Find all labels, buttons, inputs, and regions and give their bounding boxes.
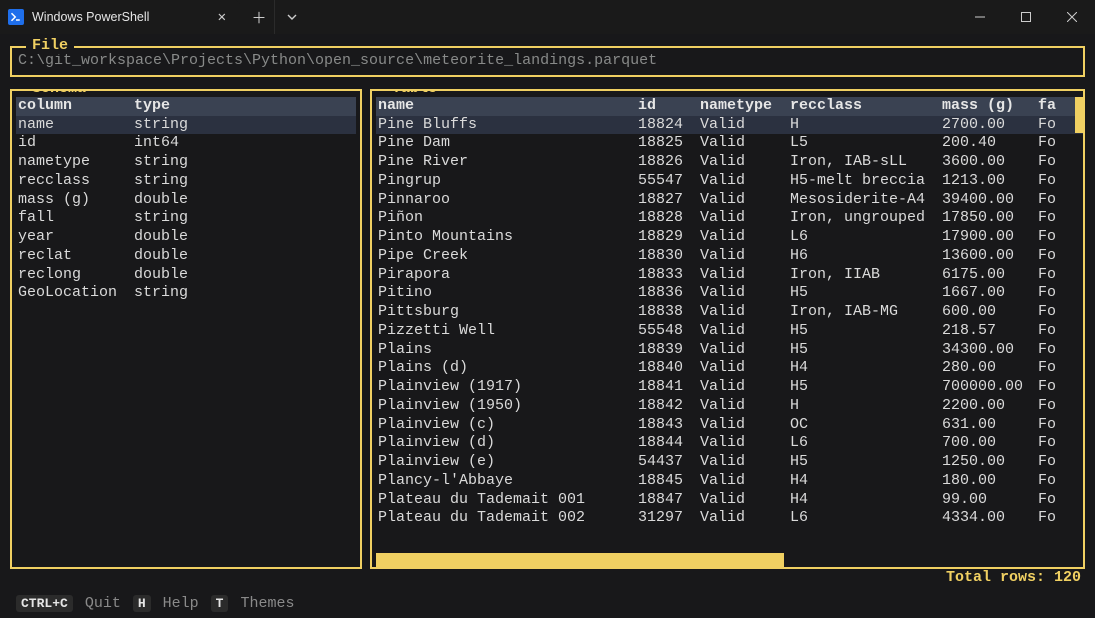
footer-bar: CTRL+C Quit H Help T Themes xyxy=(4,588,1091,618)
schema-row[interactable]: reclatdouble xyxy=(16,247,356,266)
schema-header-type: type xyxy=(134,97,356,116)
window-minimize-button[interactable] xyxy=(957,0,1003,34)
schema-row[interactable]: fallstring xyxy=(16,209,356,228)
table-row[interactable]: Piñon18828ValidIron, ungrouped17850.00Fo xyxy=(376,209,1083,228)
schema-header-column: column xyxy=(18,97,134,116)
schema-row[interactable]: nametypestring xyxy=(16,153,356,172)
hotkey-help-label: Help xyxy=(163,595,199,612)
table-row[interactable]: Pinnaroo18827ValidMesosiderite-A439400.0… xyxy=(376,191,1083,210)
table-row[interactable]: Pitino18836ValidH51667.00Fo xyxy=(376,284,1083,303)
table-row[interactable]: Plainview (d)18844ValidL6700.00Fo xyxy=(376,434,1083,453)
total-rows-label: Total rows: 120 xyxy=(4,569,1081,586)
table-row[interactable]: Plainview (1917)18841ValidH5700000.00Fo xyxy=(376,378,1083,397)
file-panel: File C:\git_workspace\Projects\Python\op… xyxy=(10,46,1085,77)
table-panel: Table name id nametype recclass mass (g)… xyxy=(370,89,1085,569)
powershell-icon xyxy=(8,9,24,25)
tab-powershell[interactable]: Windows PowerShell ✕ xyxy=(0,0,240,34)
new-tab-button[interactable]: ＋ xyxy=(240,0,274,34)
schema-row[interactable]: reclongdouble xyxy=(16,266,356,285)
tab-title: Windows PowerShell xyxy=(32,10,204,24)
table-row[interactable]: Plains18839ValidH534300.00Fo xyxy=(376,341,1083,360)
table-row[interactable]: Pizzetti Well55548ValidH5218.57Fo xyxy=(376,322,1083,341)
hotkey-themes-label: Themes xyxy=(240,595,294,612)
hotkey-ctrlc: CTRL+C xyxy=(16,595,73,612)
horizontal-scrollbar[interactable] xyxy=(376,553,1079,567)
file-path: C:\git_workspace\Projects\Python\open_so… xyxy=(18,52,1077,71)
window-close-button[interactable] xyxy=(1049,0,1095,34)
app-root: File C:\git_workspace\Projects\Python\op… xyxy=(0,34,1095,618)
window-maximize-button[interactable] xyxy=(1003,0,1049,34)
table-row[interactable]: Pittsburg18838ValidIron, IAB-MG600.00Fo xyxy=(376,303,1083,322)
schema-row[interactable]: recclassstring xyxy=(16,172,356,191)
table-row[interactable]: Pinto Mountains18829ValidL617900.00Fo xyxy=(376,228,1083,247)
hotkey-t: T xyxy=(211,595,229,612)
table-row[interactable]: Plancy-l'Abbaye18845ValidH4180.00Fo xyxy=(376,472,1083,491)
table-row[interactable]: Pirapora18833ValidIron, IIAB6175.00Fo xyxy=(376,266,1083,285)
hotkey-quit-label: Quit xyxy=(85,595,121,612)
schema-row[interactable]: idint64 xyxy=(16,134,356,153)
schema-row[interactable]: mass (g)double xyxy=(16,191,356,210)
table-row[interactable]: Plateau du Tademait 00231297ValidL64334.… xyxy=(376,509,1083,528)
table-row[interactable]: Plainview (e)54437ValidH51250.00Fo xyxy=(376,453,1083,472)
schema-row[interactable]: namestring xyxy=(16,116,356,135)
table-row[interactable]: Plainview (c)18843ValidOC631.00Fo xyxy=(376,416,1083,435)
file-legend: File xyxy=(26,37,74,54)
table-row[interactable]: Pipe Creek18830ValidH613600.00Fo xyxy=(376,247,1083,266)
table-header: name id nametype recclass mass (g) fa xyxy=(376,97,1083,116)
table-row[interactable]: Pine Dam18825ValidL5200.40Fo xyxy=(376,134,1083,153)
horizontal-scrollbar-thumb[interactable] xyxy=(376,553,784,567)
title-bar: Windows PowerShell ✕ ＋ xyxy=(0,0,1095,34)
table-row[interactable]: Pine Bluffs18824ValidH2700.00Fo xyxy=(376,116,1083,135)
table-legend: Table xyxy=(386,89,443,97)
tab-close-button[interactable]: ✕ xyxy=(212,9,232,26)
hotkey-h: H xyxy=(133,595,151,612)
tab-dropdown-button[interactable] xyxy=(274,0,308,34)
schema-header: column type xyxy=(16,97,356,116)
table-row[interactable]: Pingrup55547ValidH5-melt breccia1213.00F… xyxy=(376,172,1083,191)
schema-panel: Schema column type namestringidint64name… xyxy=(10,89,362,569)
vertical-scrollbar[interactable] xyxy=(1075,97,1083,133)
schema-legend: Schema xyxy=(26,89,92,97)
schema-row[interactable]: GeoLocationstring xyxy=(16,284,356,303)
schema-row[interactable]: yeardouble xyxy=(16,228,356,247)
table-row[interactable]: Pine River18826ValidIron, IAB-sLL3600.00… xyxy=(376,153,1083,172)
table-row[interactable]: Plains (d)18840ValidH4280.00Fo xyxy=(376,359,1083,378)
table-row[interactable]: Plateau du Tademait 00118847ValidH499.00… xyxy=(376,491,1083,510)
table-row[interactable]: Plainview (1950)18842ValidH2200.00Fo xyxy=(376,397,1083,416)
